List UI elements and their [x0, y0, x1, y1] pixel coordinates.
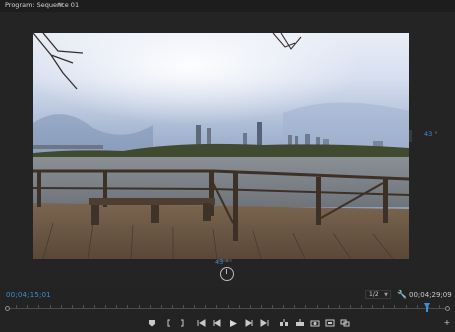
- ruler-tick: [317, 305, 318, 309]
- ruler-tick: [394, 305, 395, 309]
- program-monitor-tab[interactable]: Program: Sequence 01: [5, 1, 79, 9]
- ruler-tick: [127, 305, 128, 309]
- ruler-tick: [27, 305, 28, 309]
- step-back-icon[interactable]: [211, 317, 223, 329]
- ruler-tick: [216, 305, 217, 309]
- ruler-tick: [150, 305, 151, 309]
- ruler-tick: [250, 305, 251, 309]
- play-icon[interactable]: [227, 317, 239, 329]
- video-frame[interactable]: [33, 33, 409, 259]
- ruler-tick: [361, 305, 362, 309]
- ruler-tick: [372, 305, 373, 309]
- ruler-tick: [139, 305, 140, 309]
- resolution-value: 1/2: [369, 291, 379, 298]
- export-frame-icon[interactable]: [309, 317, 321, 329]
- ruler-tick: [205, 305, 206, 309]
- ruler-tick: [428, 305, 429, 309]
- toggle-vr-icon[interactable]: [324, 317, 336, 329]
- insert-icon[interactable]: [278, 317, 290, 329]
- ruler-tick: [194, 305, 195, 309]
- mark-out-icon[interactable]: [176, 317, 188, 329]
- vr-vertical-angle[interactable]: 43 °: [215, 258, 229, 266]
- ruler-tick: [16, 305, 17, 309]
- hamburger-icon[interactable]: ≡: [57, 0, 64, 9]
- ruler-tick: [116, 305, 117, 309]
- ruler-tick: [38, 305, 39, 309]
- ruler-tick: [328, 305, 329, 309]
- transport-controls: +: [0, 316, 455, 330]
- vr-horizontal-handle[interactable]: [409, 130, 412, 142]
- ruler-tick: [261, 305, 262, 309]
- overwrite-icon[interactable]: [294, 317, 306, 329]
- add-marker-icon[interactable]: [146, 317, 158, 329]
- ruler-tick: [83, 305, 84, 309]
- ruler-tick: [94, 305, 95, 309]
- program-monitor-viewer: 43 ° 43 °: [0, 12, 455, 287]
- ruler-tick: [417, 305, 418, 309]
- wrench-icon[interactable]: 🔧: [397, 290, 407, 299]
- chevron-down-icon: ▼: [384, 292, 388, 298]
- step-forward-icon[interactable]: [243, 317, 255, 329]
- playback-resolution-select[interactable]: 1/2 ▼: [365, 290, 391, 299]
- ruler-tick: [72, 305, 73, 309]
- compare-view-icon[interactable]: [339, 317, 351, 329]
- ruler-tick: [383, 305, 384, 309]
- ruler-tick: [272, 305, 273, 309]
- ruler-tick: [294, 305, 295, 309]
- video-frame-image: [33, 33, 409, 259]
- zoom-scroll-end-handle[interactable]: [445, 306, 450, 311]
- ruler-tick: [339, 305, 340, 309]
- time-ruler[interactable]: [5, 303, 450, 312]
- button-editor-plus-icon[interactable]: +: [441, 317, 453, 329]
- ruler-tick: [239, 305, 240, 309]
- ruler-tick: [183, 305, 184, 309]
- ruler-tick: [350, 305, 351, 309]
- ruler-tick: [228, 305, 229, 309]
- ruler-tick: [61, 305, 62, 309]
- ruler-tick: [105, 305, 106, 309]
- ruler-tick: [439, 305, 440, 309]
- current-timecode[interactable]: 00;04;15;01: [6, 291, 51, 299]
- duration-timecode: 00;04;29;09: [409, 291, 452, 299]
- ruler-tick: [172, 305, 173, 309]
- mark-in-icon[interactable]: [163, 317, 175, 329]
- zoom-scroll-start-handle[interactable]: [5, 306, 10, 311]
- ruler-tick: [161, 305, 162, 309]
- ruler-tick: [283, 305, 284, 309]
- vr-rotation-dial-icon[interactable]: [220, 267, 234, 281]
- go-to-out-icon[interactable]: [258, 317, 270, 329]
- go-to-in-icon[interactable]: [196, 317, 208, 329]
- ruler-tick: [50, 305, 51, 309]
- ruler-tick: [305, 305, 306, 309]
- vr-horizontal-angle[interactable]: 43 °: [424, 130, 438, 138]
- ruler-tick: [406, 305, 407, 309]
